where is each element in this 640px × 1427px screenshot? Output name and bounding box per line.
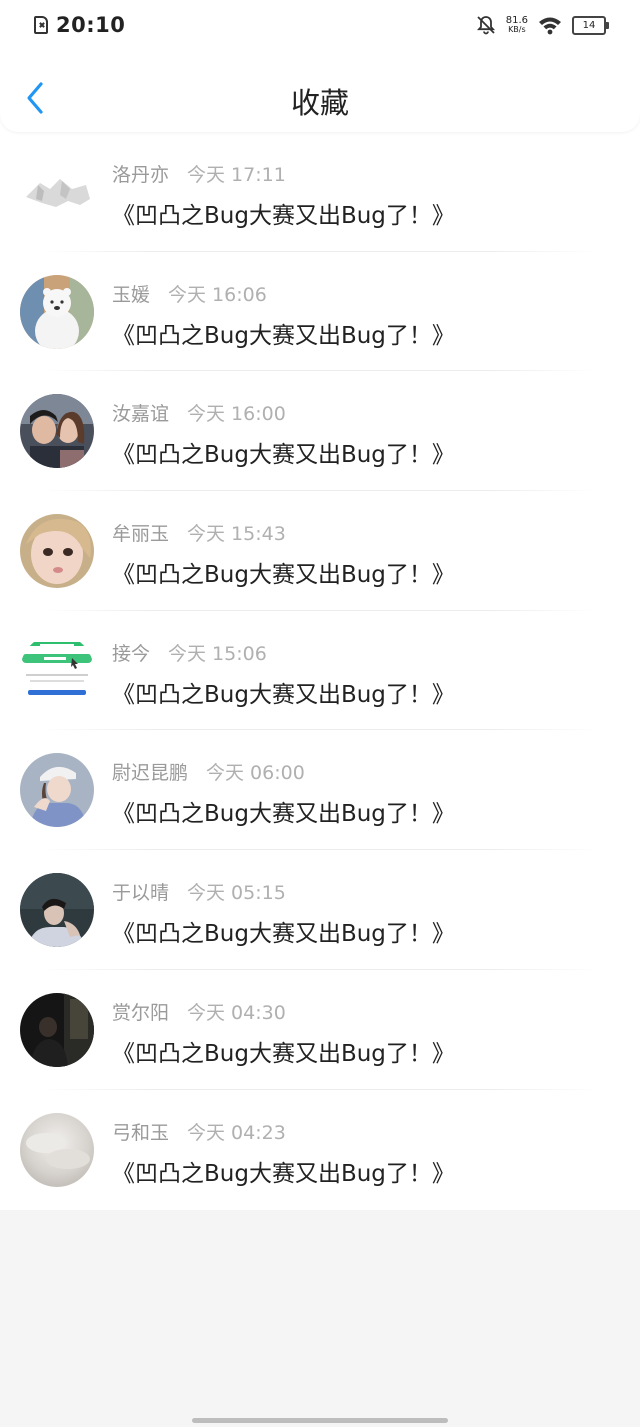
item-name: 玉媛 (112, 283, 151, 306)
item-meta: 赏尔阳 今天 04:30 (112, 998, 286, 1025)
list-item[interactable]: 接今 今天 15:06 《凹凸之Bug大赛又出Bug了！》 (0, 611, 640, 731)
list-item[interactable]: 玉媛 今天 16:06 《凹凸之Bug大赛又出Bug了！》 (0, 252, 640, 372)
status-bar: 20:10 81.6 KB/s 14 (0, 0, 640, 50)
item-meta: 尉迟昆鹏 今天 06:00 (112, 758, 305, 785)
app-header: 20:10 81.6 KB/s 14 收藏 (0, 0, 640, 132)
item-time: 今天 15:06 (168, 642, 267, 665)
avatar-image (20, 1112, 94, 1187)
item-time: 今天 04:23 (187, 1121, 286, 1144)
item-message: 《凹凸之Bug大赛又出Bug了！》 (112, 801, 455, 828)
item-meta: 玉媛 今天 16:06 (112, 280, 267, 307)
avatar-image (20, 633, 94, 708)
item-message: 《凹凸之Bug大赛又出Bug了！》 (112, 442, 455, 469)
item-name: 接今 (112, 642, 151, 665)
item-time: 今天 06:00 (206, 762, 305, 785)
avatar (20, 1112, 94, 1187)
item-time: 今天 17:11 (187, 164, 286, 186)
item-name: 于以晴 (112, 882, 170, 905)
mute-bell-icon (476, 16, 495, 35)
status-left: 20:10 (34, 12, 125, 38)
net-speed-value: 81.6 (505, 15, 528, 26)
item-message: 《凹凸之Bug大赛又出Bug了！》 (112, 562, 455, 589)
avatar (20, 274, 94, 349)
item-name: 汝嘉谊 (112, 403, 170, 426)
item-meta: 洛丹亦 今天 17:11 (112, 160, 286, 187)
avatar (20, 753, 94, 828)
home-indicator[interactable] (192, 1418, 448, 1423)
status-right: 81.6 KB/s 14 (476, 12, 609, 38)
avatar (20, 394, 94, 469)
item-message: 《凹凸之Bug大赛又出Bug了！》 (112, 203, 455, 229)
item-meta: 接今 今天 15:06 (112, 639, 267, 666)
avatar-image (20, 753, 94, 828)
avatar (20, 155, 94, 229)
item-name: 赏尔阳 (112, 1001, 170, 1024)
item-message: 《凹凸之Bug大赛又出Bug了！》 (112, 681, 455, 708)
status-time: 20:10 (56, 13, 126, 37)
avatar (20, 992, 94, 1067)
item-name: 牟丽玉 (112, 523, 170, 546)
item-meta: 弓和玉 今天 04:23 (112, 1118, 286, 1145)
avatar (20, 514, 94, 589)
avatar (20, 633, 94, 708)
net-speed: 81.6 KB/s (505, 15, 528, 35)
item-time: 今天 15:43 (187, 523, 286, 546)
item-message: 《凹凸之Bug大赛又出Bug了！》 (112, 1160, 455, 1187)
avatar-image (20, 514, 94, 589)
list-item[interactable]: 弓和玉 今天 04:23 《凹凸之Bug大赛又出Bug了！》 (0, 1090, 640, 1210)
item-time: 今天 05:15 (187, 882, 286, 905)
avatar (20, 873, 94, 948)
avatar-image (20, 394, 94, 469)
avatar-image (20, 873, 94, 948)
sim-error-icon (34, 16, 48, 34)
item-time: 今天 16:00 (187, 403, 286, 426)
item-time: 今天 16:06 (168, 283, 267, 306)
item-name: 洛丹亦 (112, 164, 170, 186)
item-time: 今天 04:30 (187, 1001, 286, 1024)
avatar-image (20, 274, 94, 349)
list-item[interactable]: 尉迟昆鹏 今天 06:00 《凹凸之Bug大赛又出Bug了！》 (0, 730, 640, 851)
page-title: 收藏 (290, 86, 349, 120)
item-name: 弓和玉 (112, 1121, 170, 1144)
battery-icon: 14 (572, 15, 609, 35)
item-meta: 牟丽玉 今天 15:43 (112, 519, 286, 546)
list-item[interactable]: 牟丽玉 今天 15:43 《凹凸之Bug大赛又出Bug了！》 (0, 491, 640, 611)
item-message: 《凹凸之Bug大赛又出Bug了！》 (112, 921, 455, 948)
item-meta: 汝嘉谊 今天 16:00 (112, 399, 286, 426)
list-item[interactable]: 赏尔阳 今天 04:30 《凹凸之Bug大赛又出Bug了！》 (0, 970, 640, 1090)
item-meta: 于以晴 今天 05:15 (112, 878, 286, 905)
net-speed-unit: KB/s (508, 25, 526, 34)
item-message: 《凹凸之Bug大赛又出Bug了！》 (112, 1040, 455, 1067)
nav-bar: 收藏 (0, 66, 640, 130)
avatar-image (20, 155, 94, 229)
list-item[interactable]: 洛丹亦 今天 17:11 《凹凸之Bug大赛又出Bug了！》 (0, 132, 640, 252)
favorites-list: 洛丹亦 今天 17:11 《凹凸之Bug大赛又出Bug了！》 玉媛 今天 16:… (0, 116, 640, 1210)
list-item[interactable]: 汝嘉谊 今天 16:00 《凹凸之Bug大赛又出Bug了！》 (0, 371, 640, 492)
wifi-icon (539, 17, 561, 35)
item-name: 尉迟昆鹏 (112, 762, 189, 785)
item-message: 《凹凸之Bug大赛又出Bug了！》 (112, 322, 455, 349)
avatar-image (20, 992, 94, 1067)
list-item[interactable]: 于以晴 今天 05:15 《凹凸之Bug大赛又出Bug了！》 (0, 850, 640, 970)
